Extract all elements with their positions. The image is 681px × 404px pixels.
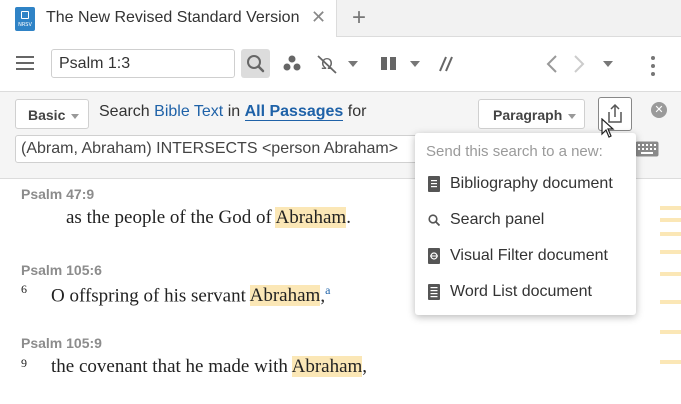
menu-header: Send this search to a new: — [426, 143, 603, 160]
more-icon[interactable] — [651, 56, 655, 80]
send-search-menu: Send this search to a new: Bibliography … — [415, 133, 636, 315]
scrollbar-hit-marker[interactable] — [660, 232, 681, 236]
scrollbar-hit-marker[interactable] — [660, 272, 681, 276]
footnote-link[interactable]: a — [325, 283, 330, 297]
menu-item-label: Visual Filter document — [450, 247, 608, 264]
menu-icon[interactable] — [16, 56, 34, 70]
result-verse-text: the covenant that he made with Abraham, — [51, 356, 367, 378]
clear-search-icon[interactable]: ✕ — [651, 102, 667, 118]
scrollbar-hit-marker[interactable] — [660, 300, 681, 304]
back-icon[interactable] — [545, 52, 559, 76]
layout-label: Paragraph — [493, 107, 563, 123]
verse-text: O offspring of his servant — [51, 285, 250, 307]
verse-text: , — [362, 356, 368, 377]
forward-icon[interactable] — [572, 52, 586, 76]
menu-item-label: Search panel — [450, 211, 545, 228]
result-verse-text: as the people of the God of Abraham. — [66, 207, 351, 229]
in-word: in — [227, 103, 241, 120]
menu-item-label: Bibliography document — [450, 175, 613, 192]
verse-text: the covenant that he made with — [51, 356, 292, 377]
menu-item-bibliography[interactable]: Bibliography document — [415, 167, 636, 201]
visual-filter-icon — [428, 248, 440, 264]
add-tab-button[interactable]: + — [352, 5, 366, 31]
scrollbar-hit-marker[interactable] — [660, 206, 681, 210]
search-hit[interactable]: Abraham — [291, 356, 363, 377]
mouse-cursor-icon — [601, 118, 615, 138]
search-query-input[interactable]: (Abram, Abraham) INTERSECTS <person Abra… — [15, 135, 420, 163]
menu-item-visual-filter[interactable]: Visual Filter document — [415, 239, 636, 273]
history-chevron-down-icon[interactable] — [603, 61, 613, 67]
chevron-down-icon — [71, 113, 80, 119]
scrollbar-hit-marker[interactable] — [660, 330, 681, 334]
for-word: for — [347, 103, 367, 120]
chevron-down-icon[interactable] — [410, 61, 420, 67]
result-verse-text: O offspring of his servant Abraham,a — [51, 283, 330, 307]
book-badge-label: NRSV — [18, 22, 32, 28]
menu-item-search-panel[interactable]: Search panel — [415, 203, 636, 237]
menu-item-label: Word List document — [450, 283, 592, 300]
parallel-slash-icon[interactable] — [436, 52, 456, 76]
document-icon — [428, 176, 440, 192]
verse-number: 6 — [21, 282, 27, 296]
people-icon[interactable] — [282, 52, 302, 76]
result-reference[interactable]: Psalm 105:9 — [21, 335, 102, 351]
chevron-down-icon[interactable] — [348, 61, 358, 67]
parallel-columns-icon[interactable] — [380, 52, 398, 76]
search-hit[interactable]: Abraham — [275, 207, 347, 228]
search-button[interactable] — [241, 49, 270, 78]
result-reference[interactable]: Psalm 105:6 — [21, 262, 102, 278]
chevron-down-icon — [568, 113, 577, 119]
verse-text: . — [346, 207, 351, 228]
search-scope-link[interactable]: Bible Text — [154, 103, 223, 120]
tab-nrsv[interactable]: NRSV The New Revised Standard Version ✕ — [0, 0, 337, 37]
scrollbar-hit-marker[interactable] — [660, 250, 681, 254]
scrollbar-hit-marker[interactable] — [660, 218, 681, 222]
toolbar: Ω — [0, 37, 681, 91]
search-mode-label: Basic — [28, 107, 66, 123]
reference-input[interactable] — [51, 49, 235, 78]
book-icon: NRSV — [15, 7, 35, 31]
keyboard-icon[interactable] — [635, 141, 659, 157]
layout-dropdown[interactable]: Paragraph — [478, 99, 585, 129]
search-icon — [428, 214, 440, 227]
word-list-icon — [428, 284, 440, 300]
close-icon[interactable]: ✕ — [311, 7, 326, 27]
tab-title: The New Revised Standard Version — [46, 9, 300, 26]
search-sentence: Search Bible Text in All Passages for — [99, 103, 366, 121]
scrollbar-hit-marker[interactable] — [660, 360, 681, 364]
result-reference[interactable]: Psalm 47:9 — [21, 186, 94, 202]
menu-item-word-list[interactable]: Word List document — [415, 275, 636, 309]
search-hit[interactable]: Abraham — [249, 285, 321, 307]
search-icon — [247, 55, 265, 73]
tab-bar: NRSV The New Revised Standard Version ✕ … — [0, 0, 681, 37]
verse-text: as the people of the God of — [66, 207, 276, 228]
search-prefix: Search — [99, 103, 150, 120]
omega-filter-icon[interactable]: Ω — [315, 52, 339, 76]
search-range-link[interactable]: All Passages — [244, 103, 344, 121]
search-mode-dropdown[interactable]: Basic — [15, 99, 89, 129]
verse-number: 9 — [21, 356, 27, 370]
